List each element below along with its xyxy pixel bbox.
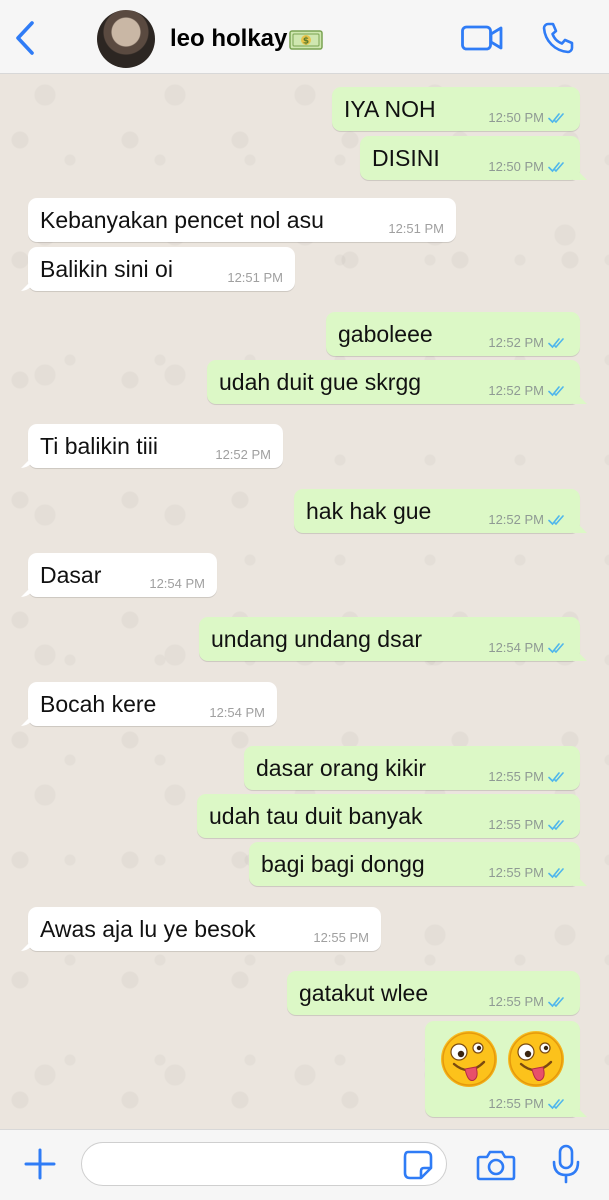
- voice-call-button[interactable]: [540, 20, 576, 56]
- attach-button[interactable]: [22, 1146, 58, 1182]
- message-time: 12:52 PM: [488, 512, 544, 527]
- message-time: 12:51 PM: [388, 221, 444, 236]
- double-check-read-icon: [548, 771, 564, 782]
- camera-icon: [476, 1150, 516, 1181]
- message-time: 12:55 PM: [488, 817, 544, 832]
- message-time: 12:55 PM: [313, 930, 369, 945]
- message-text: dasar orang kikir: [256, 755, 427, 781]
- message-input-bar: [0, 1129, 609, 1200]
- double-check-read-icon: [548, 337, 564, 348]
- message-time: 12:55 PM: [488, 769, 544, 784]
- message-text: DISINI: [372, 145, 440, 171]
- message-text: Balikin sini oi: [40, 256, 173, 282]
- video-camera-icon: [461, 25, 503, 51]
- double-check-read-icon: [548, 514, 564, 525]
- message-bubble-outgoing[interactable]: bagi bagi dongg 12:55 PM: [249, 842, 580, 886]
- message-time: 12:50 PM: [488, 110, 544, 125]
- sticker-icon: [403, 1150, 433, 1180]
- double-check-read-icon: [548, 112, 564, 123]
- message-text: hak hak gue: [306, 498, 432, 524]
- message-bubble-outgoing[interactable]: udah duit gue skrgg 12:52 PM: [207, 360, 580, 404]
- message-text: Dasar: [40, 562, 102, 588]
- message-bubble-incoming[interactable]: Balikin sini oi 12:51 PM: [28, 247, 295, 291]
- message-time: 12:55 PM: [488, 865, 544, 880]
- phone-icon: [542, 22, 574, 54]
- microphone-icon: [552, 1144, 580, 1184]
- message-text: Awas aja lu ye besok: [40, 916, 256, 942]
- message-bubble-incoming[interactable]: Kebanyakan pencet nol asu 12:51 PM: [28, 198, 456, 242]
- message-text: Ti balikin tiii: [40, 433, 159, 459]
- double-check-read-icon: [548, 161, 564, 172]
- contact-avatar[interactable]: [97, 10, 155, 68]
- plus-icon: [24, 1148, 56, 1180]
- double-check-read-icon: [548, 642, 564, 653]
- zany-face-emoji-icon: [508, 1031, 564, 1087]
- message-text: gatakut wlee: [299, 980, 429, 1006]
- message-bubble-incoming[interactable]: Ti balikin tiii 12:52 PM: [28, 424, 283, 468]
- zany-face-emoji-icon: [441, 1031, 497, 1087]
- video-call-button[interactable]: [460, 20, 504, 56]
- message-text: Kebanyakan pencet nol asu: [40, 207, 324, 233]
- money-emoji-icon: $: [289, 30, 324, 50]
- message-time: 12:54 PM: [488, 640, 544, 655]
- double-check-read-icon: [548, 867, 564, 878]
- message-text: undang undang dsar: [211, 626, 423, 652]
- chat-header: leo holkay $: [0, 0, 609, 74]
- message-bubble-outgoing[interactable]: gaboleee 12:52 PM: [326, 312, 580, 356]
- chevron-left-icon: [16, 21, 34, 55]
- message-list[interactable]: IYA NOH 12:50 PM DISINI 12:50 PM Kebanya…: [0, 74, 609, 1129]
- double-check-read-icon: [548, 819, 564, 830]
- microphone-button[interactable]: [551, 1144, 581, 1184]
- message-text: udah duit gue skrgg: [219, 369, 422, 395]
- message-time: 12:54 PM: [209, 705, 265, 720]
- message-input[interactable]: [81, 1142, 447, 1186]
- message-time: 12:52 PM: [488, 383, 544, 398]
- message-text: Bocah kere: [40, 691, 157, 717]
- contact-name: leo holkay: [170, 25, 288, 52]
- message-text: bagi bagi dongg: [261, 851, 425, 877]
- camera-button[interactable]: [476, 1148, 516, 1182]
- message-bubble-outgoing[interactable]: IYA NOH 12:50 PM: [332, 87, 580, 131]
- message-text: gaboleee: [338, 321, 433, 347]
- message-bubble-outgoing[interactable]: gatakut wlee 12:55 PM: [287, 971, 580, 1015]
- message-bubble-incoming[interactable]: Awas aja lu ye besok 12:55 PM: [28, 907, 381, 951]
- message-time: 12:55 PM: [488, 1096, 544, 1111]
- message-bubble-outgoing[interactable]: DISINI 12:50 PM: [360, 136, 580, 180]
- message-time: 12:50 PM: [488, 159, 544, 174]
- message-bubble-incoming[interactable]: Bocah kere 12:54 PM: [28, 682, 277, 726]
- double-check-read-icon: [548, 385, 564, 396]
- back-button[interactable]: [10, 20, 40, 56]
- contact-name-button[interactable]: leo holkay $: [170, 22, 324, 56]
- message-time: 12:54 PM: [149, 576, 205, 591]
- double-check-read-icon: [548, 1098, 564, 1109]
- sticker-button[interactable]: [402, 1149, 434, 1181]
- message-time: 12:52 PM: [215, 447, 271, 462]
- message-bubble-outgoing-emoji[interactable]: 🤪🤪 12:55 PM: [425, 1021, 580, 1117]
- svg-text:$: $: [303, 37, 309, 47]
- message-bubble-incoming[interactable]: Dasar 12:54 PM: [28, 553, 217, 597]
- message-text: udah tau duit banyak: [209, 803, 423, 829]
- message-bubble-outgoing[interactable]: hak hak gue 12:52 PM: [294, 489, 580, 533]
- message-bubble-outgoing[interactable]: undang undang dsar 12:54 PM: [199, 617, 580, 661]
- message-bubble-outgoing[interactable]: udah tau duit banyak 12:55 PM: [197, 794, 580, 838]
- message-time: 12:55 PM: [488, 994, 544, 1009]
- message-time: 12:51 PM: [227, 270, 283, 285]
- message-bubble-outgoing[interactable]: dasar orang kikir 12:55 PM: [244, 746, 580, 790]
- message-text: IYA NOH: [344, 96, 436, 122]
- message-time: 12:52 PM: [488, 335, 544, 350]
- double-check-read-icon: [548, 996, 564, 1007]
